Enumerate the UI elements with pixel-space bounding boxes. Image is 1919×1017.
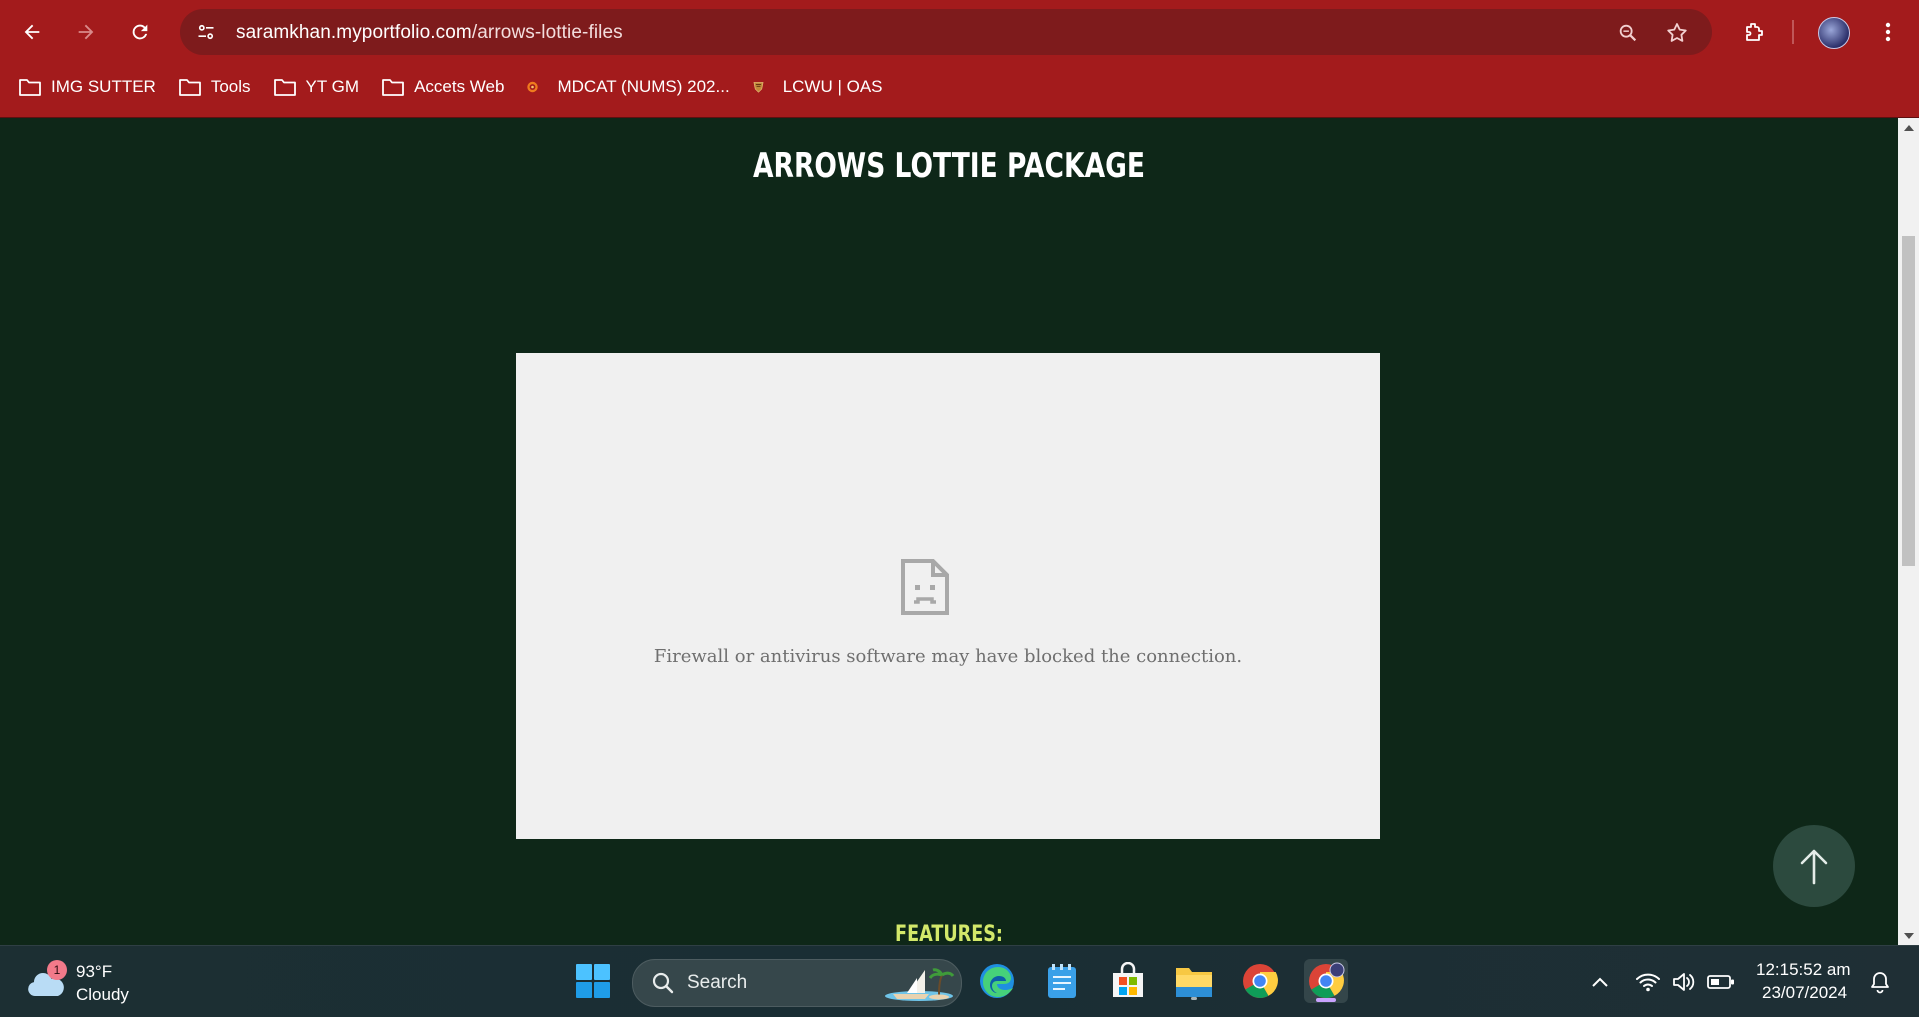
bookmarks-bar: IMG SUTTER Tools YT GM Accets Web MDCAT … xyxy=(18,72,905,102)
bookmark-label: IMG SUTTER xyxy=(51,77,156,96)
file-explorer-icon xyxy=(1176,968,1212,997)
bookmark-mdcat[interactable]: MDCAT (NUMS) 202... xyxy=(526,76,730,98)
page-title: ARROWS LOTTIE PACKAGE xyxy=(753,146,1145,186)
active-window-indicator xyxy=(1316,998,1336,1002)
weather-temperature: 93°F xyxy=(76,962,113,981)
mdcat-favicon xyxy=(526,76,548,98)
taskbar-edge[interactable] xyxy=(975,959,1019,1003)
forward-button[interactable] xyxy=(67,13,105,51)
notification-bell-icon[interactable] xyxy=(1866,968,1894,996)
features-heading: FEATURES: xyxy=(895,922,1003,945)
search-label: Search xyxy=(687,972,748,993)
notepad-icon xyxy=(1048,964,1076,998)
running-indicator xyxy=(1191,997,1197,1000)
bookmark-label: YT GM xyxy=(305,77,360,96)
toolbar-separator xyxy=(1792,20,1794,44)
arrow-up-icon xyxy=(1800,849,1828,885)
chrome-browser-icon xyxy=(1243,964,1278,998)
taskbar-notepad[interactable] xyxy=(1040,959,1084,1003)
edge-browser-icon xyxy=(980,964,1014,998)
zoom-icon[interactable] xyxy=(1615,20,1641,46)
bookmark-label: MDCAT (NUMS) 202... xyxy=(557,77,730,96)
taskbar-search-box[interactable]: Search xyxy=(632,959,962,1007)
bookmark-lcwu[interactable]: LCWU | OAS xyxy=(752,76,883,98)
store-icon xyxy=(1113,962,1143,997)
url-text[interactable]: saramkhan.myportfolio.com/arrows-lottie-… xyxy=(236,22,623,44)
folder-icon xyxy=(273,79,296,96)
search-highlight-sailboat-icon xyxy=(885,968,955,1001)
taskbar-chrome-profile-active[interactable] xyxy=(1304,959,1348,1003)
chrome-profile-icon xyxy=(1309,962,1345,998)
scroll-down-arrow-icon[interactable] xyxy=(1898,927,1919,945)
back-button[interactable] xyxy=(13,13,51,51)
reload-icon xyxy=(132,24,148,40)
page-scrollbar[interactable] xyxy=(1898,118,1919,945)
url-path: /arrows-lottie-files xyxy=(471,22,623,43)
weather-condition: Cloudy xyxy=(76,985,129,1004)
lottie-embed-frame: Firewall or antivirus software may have … xyxy=(516,353,1380,839)
extensions-icon[interactable] xyxy=(1736,14,1772,50)
scroll-to-top-button[interactable] xyxy=(1773,825,1855,907)
bookmark-label: Accets Web xyxy=(414,77,505,96)
scrollbar-thumb[interactable] xyxy=(1902,236,1915,566)
menu-kebab-icon[interactable] xyxy=(1870,14,1906,50)
bookmark-yt-gm[interactable]: YT GM xyxy=(273,76,360,98)
wifi-icon[interactable] xyxy=(1634,968,1662,996)
bookmark-star-icon[interactable] xyxy=(1664,20,1690,46)
clock-time[interactable]: 12:15:52 am xyxy=(1756,960,1851,980)
bookmark-img-sutter[interactable]: IMG SUTTER xyxy=(18,76,156,98)
lcwu-favicon xyxy=(752,76,774,98)
browser-toolbar: saramkhan.myportfolio.com/arrows-lottie-… xyxy=(0,0,1919,118)
bookmark-accets-web[interactable]: Accets Web xyxy=(381,76,504,98)
folder-icon xyxy=(382,79,404,96)
battery-icon[interactable] xyxy=(1707,968,1735,996)
show-hidden-icons-chevron-up-icon[interactable] xyxy=(1586,968,1614,996)
folder-icon xyxy=(19,79,41,96)
bookmark-tools[interactable]: Tools xyxy=(178,76,251,98)
folder-icon xyxy=(178,79,201,96)
address-bar[interactable]: saramkhan.myportfolio.com/arrows-lottie-… xyxy=(180,9,1712,55)
scroll-up-arrow-icon[interactable] xyxy=(1898,118,1919,136)
volume-icon[interactable] xyxy=(1670,968,1698,996)
taskbar: 1 93°F Cloudy Search 12:15:52 am 23/07/2… xyxy=(0,945,1919,1017)
bookmark-label: Tools xyxy=(210,77,251,96)
arrow-right-icon xyxy=(78,24,94,40)
windows-logo-icon xyxy=(576,964,610,998)
url-host: saramkhan.myportfolio.com xyxy=(236,22,472,43)
site-info-icon[interactable] xyxy=(194,20,218,44)
taskbar-file-explorer[interactable] xyxy=(1172,959,1216,1003)
search-icon xyxy=(652,972,674,994)
bookmark-label: LCWU | OAS xyxy=(782,77,883,96)
reload-button[interactable] xyxy=(121,13,159,51)
page-content: ARROWS LOTTIE PACKAGE Firewall or antivi… xyxy=(0,118,1898,945)
sad-document-icon xyxy=(901,559,949,615)
taskbar-microsoft-store[interactable] xyxy=(1106,959,1150,1003)
profile-avatar[interactable] xyxy=(1818,17,1850,49)
arrow-left-icon xyxy=(24,24,40,40)
clock-date[interactable]: 23/07/2024 xyxy=(1762,983,1847,1003)
weather-widget[interactable]: 1 93°F Cloudy xyxy=(26,960,146,1006)
taskbar-chrome[interactable] xyxy=(1238,959,1282,1003)
weather-notification-badge: 1 xyxy=(47,960,67,980)
start-button[interactable] xyxy=(571,959,615,1003)
embed-error-message: Firewall or antivirus software may have … xyxy=(653,646,1243,667)
